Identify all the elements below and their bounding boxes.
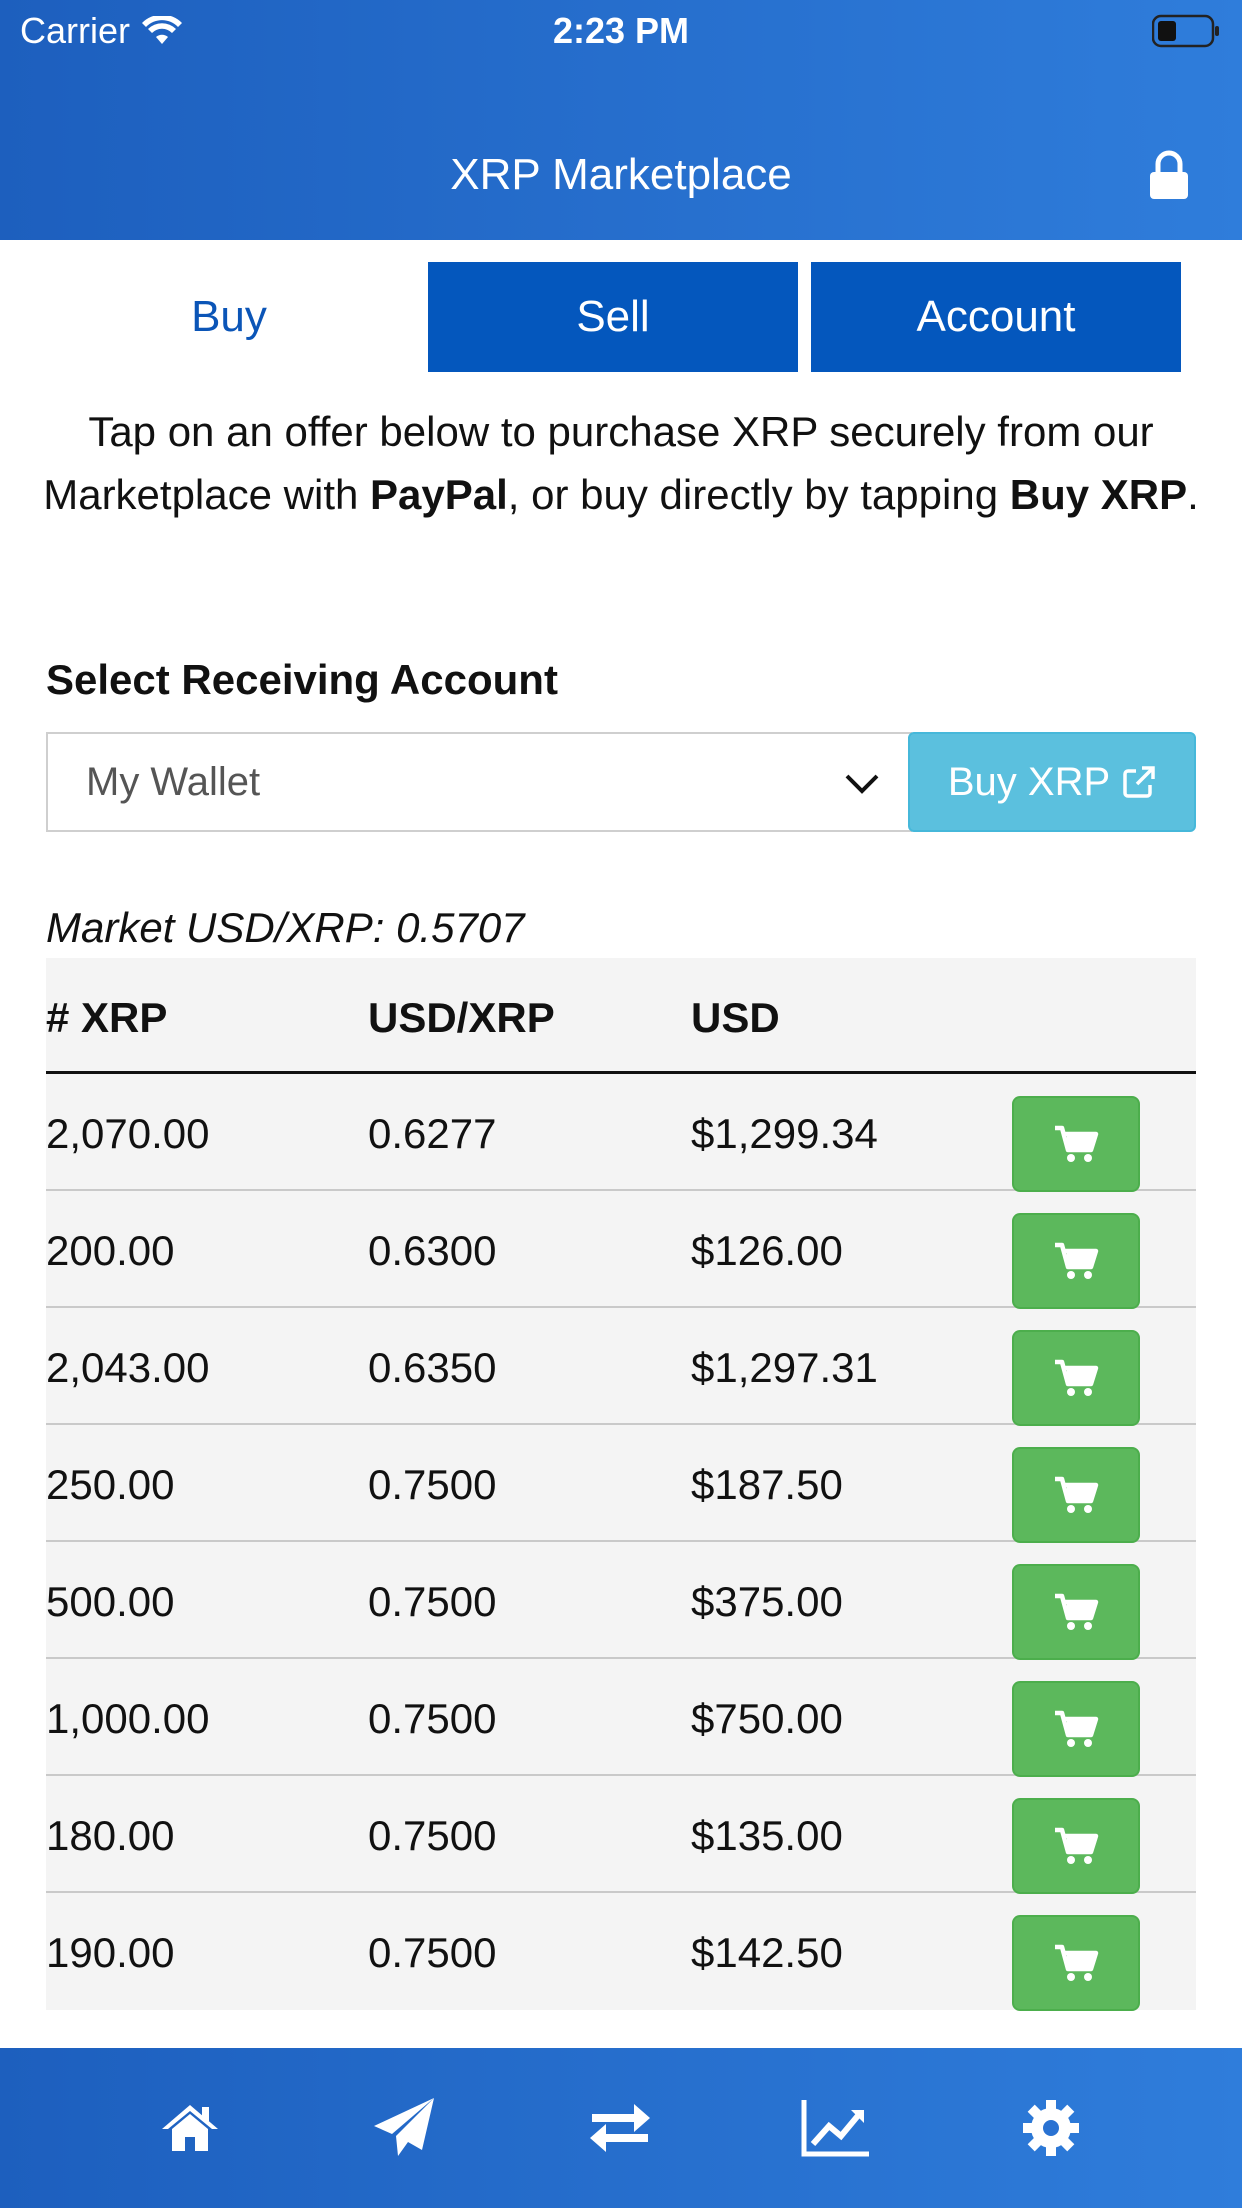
- exchange-icon[interactable]: [580, 2088, 660, 2168]
- cart-icon: [1055, 1944, 1099, 1981]
- offers-table: # XRP USD/XRP USD 2,070.00 0.6277 $1,299.3…: [46, 958, 1196, 2011]
- buy-xrp-button[interactable]: Buy XRP: [908, 732, 1196, 832]
- add-to-cart-button[interactable]: [1012, 1798, 1140, 1894]
- battery-icon: [1152, 14, 1219, 48]
- intro-part3: .: [1187, 471, 1199, 518]
- add-to-cart-button[interactable]: [1012, 1096, 1140, 1192]
- add-to-cart-button[interactable]: [1012, 1681, 1140, 1777]
- cell-xrp: 1,000.00: [46, 1695, 210, 1742]
- intro-paypal: PayPal: [370, 471, 508, 518]
- cart-icon: [1055, 1710, 1099, 1747]
- table-row: 500.00 0.7500 $375.00: [46, 1542, 1196, 1660]
- header-usd: USD: [691, 994, 780, 1041]
- cart-icon: [1055, 1125, 1099, 1162]
- cell-rate: 0.7500: [368, 1929, 497, 1976]
- app-header: Carrier 2:23 PM XRP Marketplace: [0, 0, 1242, 240]
- table-row: 200.00 0.6300 $126.00: [46, 1191, 1196, 1309]
- cell-xrp: 2,043.00: [46, 1344, 210, 1391]
- page-title: XRP Marketplace: [450, 150, 792, 199]
- tab-buy[interactable]: Buy: [44, 262, 414, 372]
- receiving-account-label: Select Receiving Account: [46, 656, 558, 703]
- intro-buy-xrp: Buy XRP: [1009, 471, 1188, 518]
- table-row: 2,043.00 0.6350 $1,297.31: [46, 1308, 1196, 1426]
- table-header: # XRP USD/XRP USD: [46, 958, 1196, 1074]
- cell-rate: 0.7500: [368, 1578, 497, 1625]
- tab-account[interactable]: Account: [811, 262, 1181, 372]
- table-row: 180.00 0.7500 $135.00: [46, 1776, 1196, 1894]
- cell-usd: $375.00: [691, 1578, 843, 1625]
- add-to-cart-button[interactable]: [1012, 1915, 1140, 2011]
- cell-rate: 0.6277: [368, 1110, 497, 1157]
- chevron-down-icon: [845, 774, 879, 794]
- cell-xrp: 250.00: [46, 1461, 175, 1508]
- intro-part2: , or buy directly by tapping: [507, 471, 1010, 518]
- cart-icon: [1055, 1827, 1099, 1864]
- add-to-cart-button[interactable]: [1012, 1330, 1140, 1426]
- market-rate: Market USD/XRP: 0.5707: [46, 904, 525, 951]
- cart-icon: [1055, 1593, 1099, 1630]
- cell-xrp: 2,070.00: [46, 1110, 210, 1157]
- status-time: 2:23 PM: [552, 10, 690, 51]
- intro-text: Tap on an offer below to purchase XRP se…: [40, 400, 1202, 526]
- cell-usd: $1,299.34: [691, 1110, 878, 1157]
- cell-rate: 0.6350: [368, 1344, 497, 1391]
- receiving-account-select[interactable]: My Wallet: [46, 732, 912, 832]
- send-icon[interactable]: [364, 2088, 444, 2168]
- select-value: My Wallet: [86, 759, 261, 804]
- cell-usd: $1,297.31: [691, 1344, 878, 1391]
- home-icon[interactable]: [150, 2088, 230, 2168]
- tab-bar: Buy Sell Account: [0, 262, 1242, 372]
- cell-usd: $750.00: [691, 1695, 843, 1742]
- status-bar: Carrier 2:23 PM: [0, 0, 1242, 60]
- chart-icon[interactable]: [796, 2088, 876, 2168]
- external-link-icon: [1123, 766, 1155, 798]
- bottom-nav: [0, 2048, 1242, 2208]
- table-row: 250.00 0.7500 $187.50: [46, 1425, 1196, 1543]
- cell-xrp: 180.00: [46, 1812, 175, 1859]
- table-row: 190.00 0.7500 $142.50: [46, 1893, 1196, 2011]
- cell-usd: $126.00: [691, 1227, 843, 1274]
- table-row: 2,070.00 0.6277 $1,299.34: [46, 1074, 1196, 1192]
- header-xrp: # XRP: [46, 994, 168, 1041]
- tab-sell[interactable]: Sell: [428, 262, 798, 372]
- cell-usd: $187.50: [691, 1461, 843, 1508]
- header-rate: USD/XRP: [368, 994, 555, 1041]
- add-to-cart-button[interactable]: [1012, 1213, 1140, 1309]
- cart-icon: [1055, 1242, 1099, 1279]
- table-row: 1,000.00 0.7500 $750.00: [46, 1659, 1196, 1777]
- cell-rate: 0.7500: [368, 1461, 497, 1508]
- cart-icon: [1055, 1476, 1099, 1513]
- gear-icon[interactable]: [1011, 2088, 1091, 2168]
- cell-rate: 0.6300: [368, 1227, 497, 1274]
- cell-xrp: 500.00: [46, 1578, 175, 1625]
- cell-rate: 0.7500: [368, 1812, 497, 1859]
- lock-icon[interactable]: [1148, 150, 1190, 200]
- cell-usd: $142.50: [691, 1929, 843, 1976]
- cell-rate: 0.7500: [368, 1695, 497, 1742]
- cell-xrp: 190.00: [46, 1929, 175, 1976]
- cell-usd: $135.00: [691, 1812, 843, 1859]
- buy-xrp-label: Buy XRP: [947, 759, 1111, 804]
- cell-xrp: 200.00: [46, 1227, 175, 1274]
- add-to-cart-button[interactable]: [1012, 1564, 1140, 1660]
- cart-icon: [1055, 1359, 1099, 1396]
- add-to-cart-button[interactable]: [1012, 1447, 1140, 1543]
